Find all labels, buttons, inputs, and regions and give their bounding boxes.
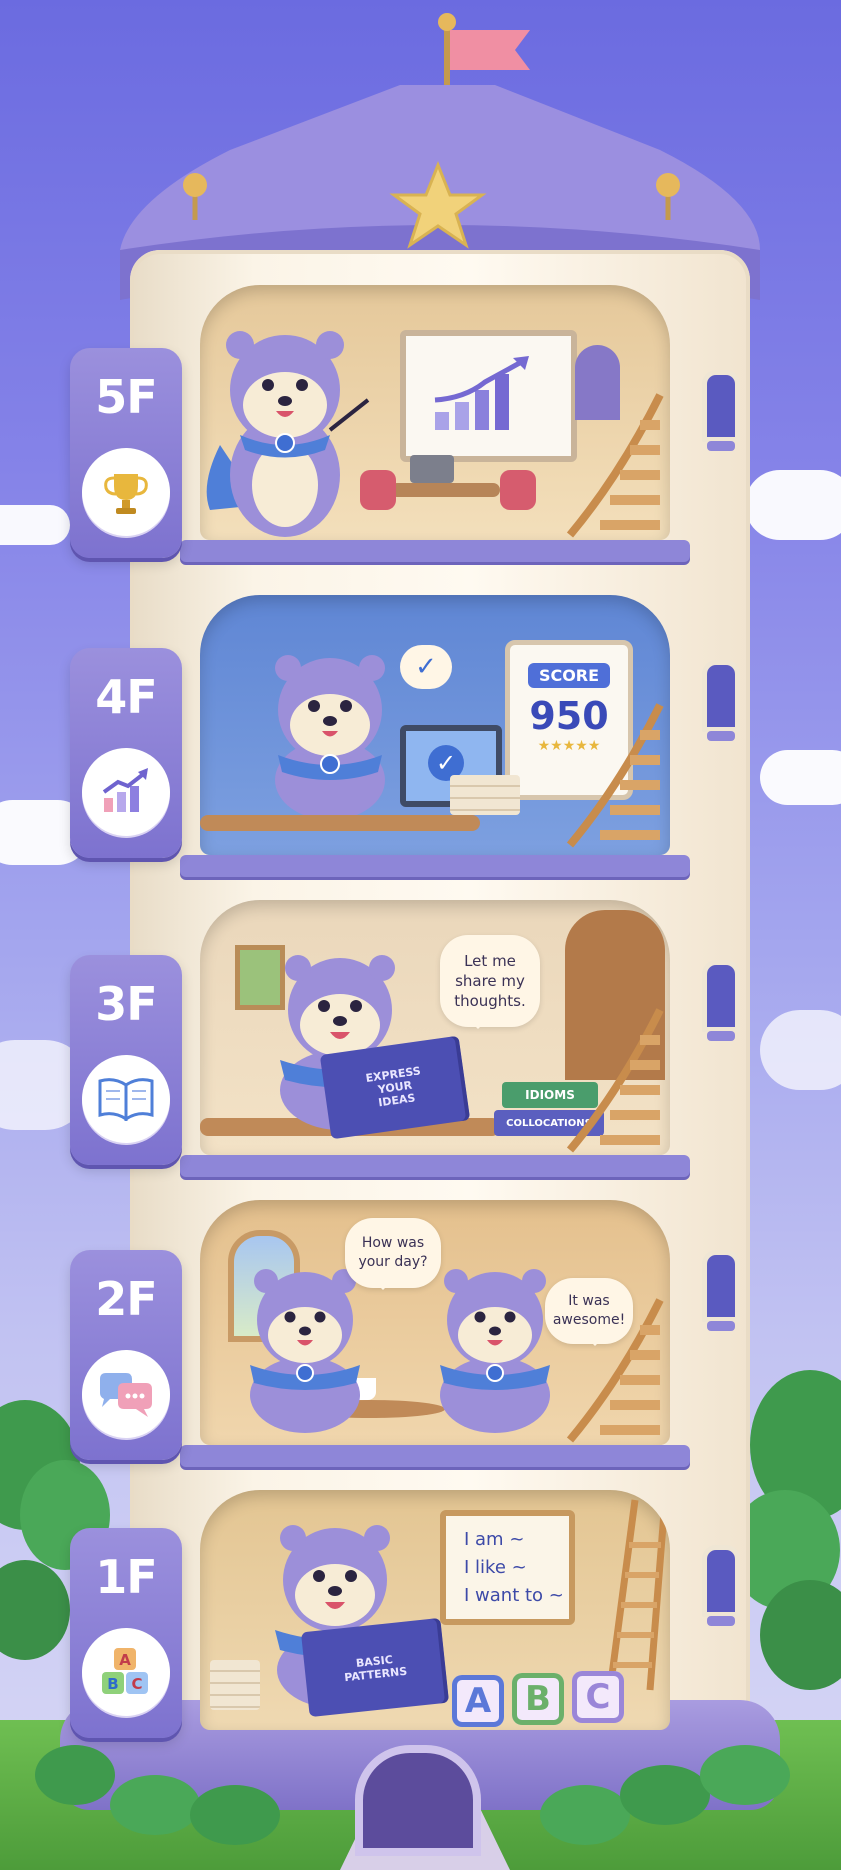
arched-door[interactable] <box>355 1745 481 1856</box>
board-line: I like ~ <box>464 1557 527 1578</box>
bubble-text: It was awesome! <box>552 1293 626 1328</box>
board-line: I want to ~ <box>464 1585 564 1606</box>
book-title: BASIC PATTERNS <box>343 1652 408 1684</box>
floor-divider <box>180 540 690 562</box>
table <box>390 483 500 497</box>
otter-mascot <box>206 331 370 537</box>
staircase <box>566 1008 664 1153</box>
otter-mascot <box>440 1269 550 1433</box>
bush <box>35 1745 115 1805</box>
tower-illustration: ✓ ✓ SCORE 950 ★★★★★ IDIOMS COLLOCATIONS <box>0 0 841 1870</box>
chat-bubbles-icon <box>82 1350 170 1438</box>
floor-label-4f[interactable]: 4F <box>70 648 182 858</box>
cloud <box>760 750 841 805</box>
floor-label-1f[interactable]: 1F ABC <box>70 1528 182 1738</box>
speech-bubble: Let me share my thoughts. <box>440 935 540 1029</box>
floor-divider <box>180 1155 690 1177</box>
trophy-icon <box>82 448 170 536</box>
bubble-text: Let me share my thoughts. <box>454 952 526 1010</box>
floor-number: 3F <box>95 977 157 1031</box>
ladder <box>606 1499 669 1691</box>
floor-label-5f[interactable]: 5F <box>70 348 182 558</box>
desk <box>200 815 480 831</box>
floor-divider <box>180 1445 690 1467</box>
laptop <box>410 455 454 483</box>
staircase <box>566 703 664 848</box>
tower-window <box>702 370 740 451</box>
speech-bubble: It was awesome! <box>545 1278 633 1346</box>
letter-block: B <box>512 1673 564 1725</box>
speech-bubble: How was your day? <box>345 1218 441 1290</box>
growth-chart-icon <box>82 748 170 836</box>
tower-window <box>702 960 740 1041</box>
tower-window <box>702 660 740 741</box>
floor-number: 1F <box>95 1550 157 1604</box>
board-line: I am ~ <box>464 1529 525 1550</box>
bush <box>540 1785 630 1845</box>
cloud <box>745 470 841 540</box>
svg-text:A: A <box>119 1651 131 1669</box>
tree <box>0 1560 70 1660</box>
bubble-text: How was your day? <box>358 1235 428 1270</box>
letter-block: A <box>452 1675 504 1727</box>
cloud <box>760 1010 841 1090</box>
book-stack <box>210 1660 260 1710</box>
open-book-icon <box>82 1055 170 1143</box>
tower-window <box>702 1250 740 1331</box>
cloud <box>0 505 70 545</box>
book-title: EXPRESS YOUR IDEAS <box>364 1064 422 1110</box>
floor-number: 5F <box>95 370 157 424</box>
bush <box>700 1745 790 1805</box>
staircase <box>566 393 664 538</box>
otter-mascot <box>275 655 385 815</box>
abc-blocks-icon: ABC <box>82 1628 170 1716</box>
floor-divider <box>180 855 690 877</box>
bush <box>190 1785 280 1845</box>
score-title: SCORE <box>528 663 610 688</box>
floor-number: 2F <box>95 1272 157 1326</box>
book-basic-patterns: BASIC PATTERNS <box>300 1617 450 1718</box>
svg-text:C: C <box>131 1675 142 1693</box>
book-stack <box>450 775 520 815</box>
chair <box>500 470 536 510</box>
svg-text:B: B <box>107 1675 118 1693</box>
growth-chart-graphic <box>434 356 529 430</box>
floor-label-2f[interactable]: 2F <box>70 1250 182 1460</box>
bush <box>620 1765 710 1825</box>
floor-number: 4F <box>95 670 157 724</box>
floor-label-3f[interactable]: 3F <box>70 955 182 1165</box>
bush <box>110 1775 200 1835</box>
chalkboard: I am ~ I like ~ I want to ~ <box>440 1510 575 1625</box>
tower-window <box>702 1545 740 1626</box>
letter-block: C <box>572 1671 624 1723</box>
